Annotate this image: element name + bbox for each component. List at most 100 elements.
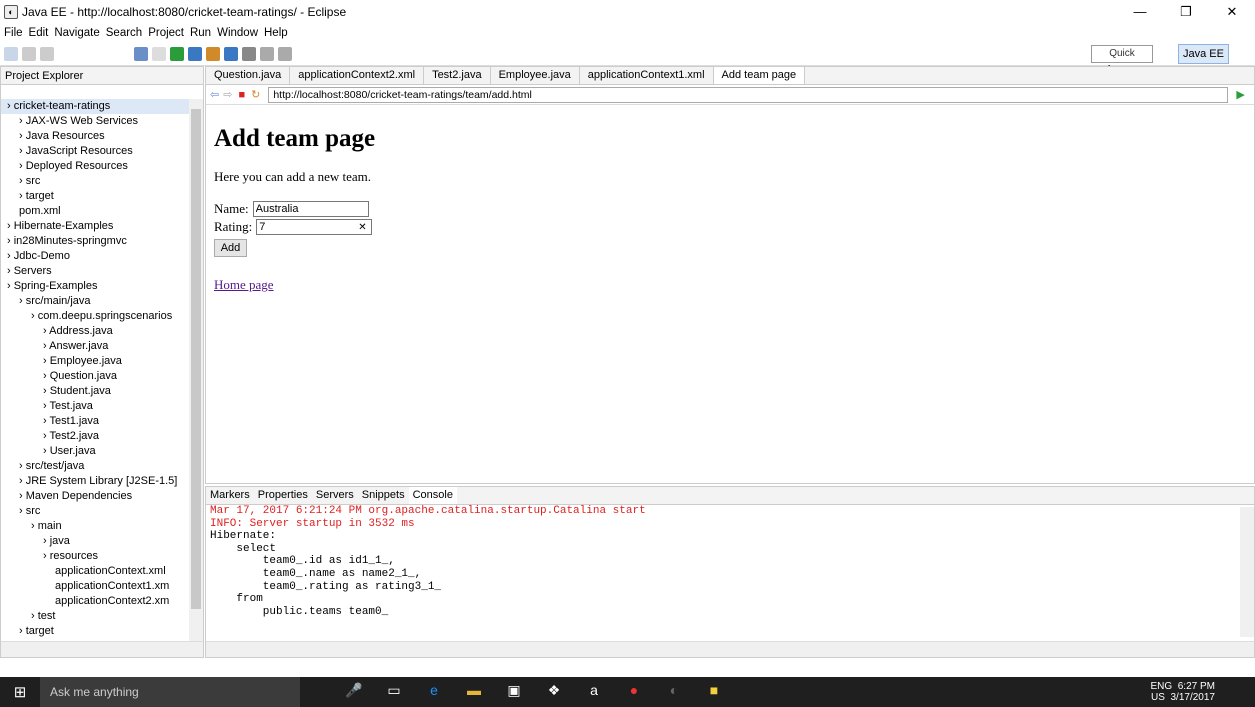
tree-item[interactable]: › java <box>1 534 189 549</box>
menu-file[interactable]: File <box>4 27 23 39</box>
eclipse-taskbar-icon[interactable]: ◐ <box>660 682 688 702</box>
tree-item[interactable]: › Student.java <box>1 384 189 399</box>
tab-markers[interactable]: Markers <box>206 487 254 504</box>
tree-item[interactable]: › src/main/java <box>1 294 189 309</box>
tree-item[interactable]: › in28Minutes-springmvc <box>1 234 189 249</box>
tree-item[interactable]: › Test1.java <box>1 414 189 429</box>
tree-item[interactable]: › Employee.java <box>1 354 189 369</box>
print-icon[interactable] <box>40 46 54 61</box>
open-type-icon[interactable] <box>224 46 238 61</box>
back-icon[interactable]: ⇦ <box>210 88 219 101</box>
tab-employee-java[interactable]: Employee.java <box>491 67 580 84</box>
amazon-icon[interactable]: a <box>580 682 608 702</box>
task-view-icon[interactable]: ▭ <box>380 682 408 702</box>
home-page-link[interactable]: Home page <box>214 277 274 293</box>
tab-test2-java[interactable]: Test2.java <box>424 67 491 84</box>
tree-item[interactable]: applicationContext.xml <box>1 564 189 579</box>
tree-item[interactable]: › JAX-WS Web Services <box>1 114 189 129</box>
external-tools-icon[interactable] <box>206 46 220 61</box>
cortana-search[interactable]: Ask me anything <box>40 677 300 707</box>
sticky-notes-icon[interactable]: ■ <box>700 682 728 702</box>
tree-item[interactable]: › User.java <box>1 444 189 459</box>
menu-project[interactable]: Project <box>148 27 184 39</box>
tree-item[interactable]: applicationContext1.xm <box>1 579 189 594</box>
chrome-icon[interactable]: ● <box>620 682 648 702</box>
tab-snippets[interactable]: Snippets <box>358 487 409 504</box>
tree-item[interactable]: › Address.java <box>1 324 189 339</box>
search-icon[interactable] <box>242 46 256 61</box>
tree-item[interactable]: › Servers <box>1 264 189 279</box>
store-icon[interactable]: ▣ <box>500 682 528 702</box>
tree-item[interactable]: › target <box>1 624 189 639</box>
tab-applicationcontext1-xml[interactable]: applicationContext1.xml <box>580 67 714 84</box>
debug-icon[interactable] <box>188 46 202 61</box>
tab-applicationcontext2-xml[interactable]: applicationContext2.xml <box>290 67 425 84</box>
forward-icon[interactable]: ⇨ <box>223 88 232 101</box>
tree-item[interactable]: › src <box>1 174 189 189</box>
project-explorer-tab[interactable]: Project Explorer <box>1 67 203 85</box>
save-icon[interactable] <box>22 46 36 61</box>
link-icon[interactable] <box>134 46 148 61</box>
quick-access-input[interactable]: Quick Access <box>1091 45 1153 75</box>
refresh-icon[interactable]: ↻ <box>251 88 260 101</box>
console-vertical-scrollbar[interactable] <box>1240 507 1254 637</box>
tree-item[interactable]: pom.xml <box>1 204 189 219</box>
go-icon[interactable]: ▶ <box>1236 88 1244 101</box>
menu-help[interactable]: Help <box>264 27 288 39</box>
tree-item[interactable]: › Java Resources <box>1 129 189 144</box>
tree-item[interactable]: › resources <box>1 549 189 564</box>
explorer-vertical-scrollbar[interactable] <box>189 99 203 643</box>
tree-item[interactable]: › Answer.java <box>1 339 189 354</box>
tree-item[interactable]: applicationContext2.xm <box>1 594 189 609</box>
tree-item[interactable]: › Question.java <box>1 369 189 384</box>
tree-item[interactable]: › Deployed Resources <box>1 159 189 174</box>
debug-step-icon[interactable] <box>152 46 166 61</box>
tree-item[interactable]: › Test2.java <box>1 429 189 444</box>
tab-servers[interactable]: Servers <box>312 487 358 504</box>
clear-icon[interactable]: ✕ <box>358 222 366 233</box>
file-explorer-icon[interactable]: ▬ <box>460 682 488 702</box>
microphone-icon[interactable]: 🎤 <box>340 682 368 702</box>
menu-window[interactable]: Window <box>217 27 258 39</box>
tree-item[interactable]: › src/test/java <box>1 459 189 474</box>
close-button[interactable]: ✕ <box>1209 0 1255 24</box>
tree-item[interactable]: › Jdbc-Demo <box>1 249 189 264</box>
tree-item[interactable]: › cricket-team-ratings <box>1 99 189 114</box>
menu-edit[interactable]: Edit <box>29 27 49 39</box>
windows-start-icon[interactable]: ⊞ <box>0 683 40 701</box>
dropbox-icon[interactable]: ❖ <box>540 682 568 702</box>
edge-icon[interactable]: e <box>420 682 448 702</box>
name-input[interactable] <box>252 201 369 217</box>
tab-console[interactable]: Console <box>408 487 457 504</box>
run-icon[interactable] <box>170 46 184 61</box>
tree-item[interactable]: › Hibernate-Examples <box>1 219 189 234</box>
tab-question-java[interactable]: Question.java <box>206 67 291 84</box>
url-input[interactable]: http://localhost:8080/cricket-team-ratin… <box>268 86 1229 103</box>
explorer-horizontal-scrollbar[interactable] <box>1 641 203 657</box>
menu-run[interactable]: Run <box>190 27 211 39</box>
menu-navigate[interactable]: Navigate <box>54 27 99 39</box>
tab-properties[interactable]: Properties <box>254 487 312 504</box>
tree-item[interactable]: › src <box>1 504 189 519</box>
tree-item[interactable]: › JavaScript Resources <box>1 144 189 159</box>
tree-item[interactable]: › main <box>1 519 189 534</box>
add-button[interactable]: Add <box>214 239 247 257</box>
tree-item[interactable]: › Maven Dependencies <box>1 489 189 504</box>
tree-item[interactable]: › target <box>1 189 189 204</box>
navigate-back-icon[interactable] <box>260 46 274 61</box>
maximize-button[interactable]: ❐ <box>1163 0 1209 24</box>
console-horizontal-scrollbar[interactable] <box>206 641 1254 657</box>
tree-item[interactable]: › Spring-Examples <box>1 279 189 294</box>
tree-item[interactable]: › JRE System Library [J2SE-1.5] <box>1 474 189 489</box>
scrollbar-thumb[interactable] <box>191 109 201 609</box>
tree-item[interactable]: › com.deepu.springscenarios <box>1 309 189 324</box>
perspective-java-ee[interactable]: Java EE <box>1178 44 1229 64</box>
navigate-forward-icon[interactable] <box>278 46 292 61</box>
rating-input[interactable] <box>256 219 373 235</box>
tree-item[interactable]: › test <box>1 609 189 624</box>
system-tray[interactable]: ENG 6:27 PM US 3/17/2017 <box>1151 681 1215 703</box>
stop-icon[interactable]: ■ <box>238 89 245 101</box>
tree-item[interactable]: › Test.java <box>1 399 189 414</box>
minimize-button[interactable]: — <box>1117 0 1163 24</box>
tab-add-team-page[interactable]: Add team page <box>713 67 806 84</box>
